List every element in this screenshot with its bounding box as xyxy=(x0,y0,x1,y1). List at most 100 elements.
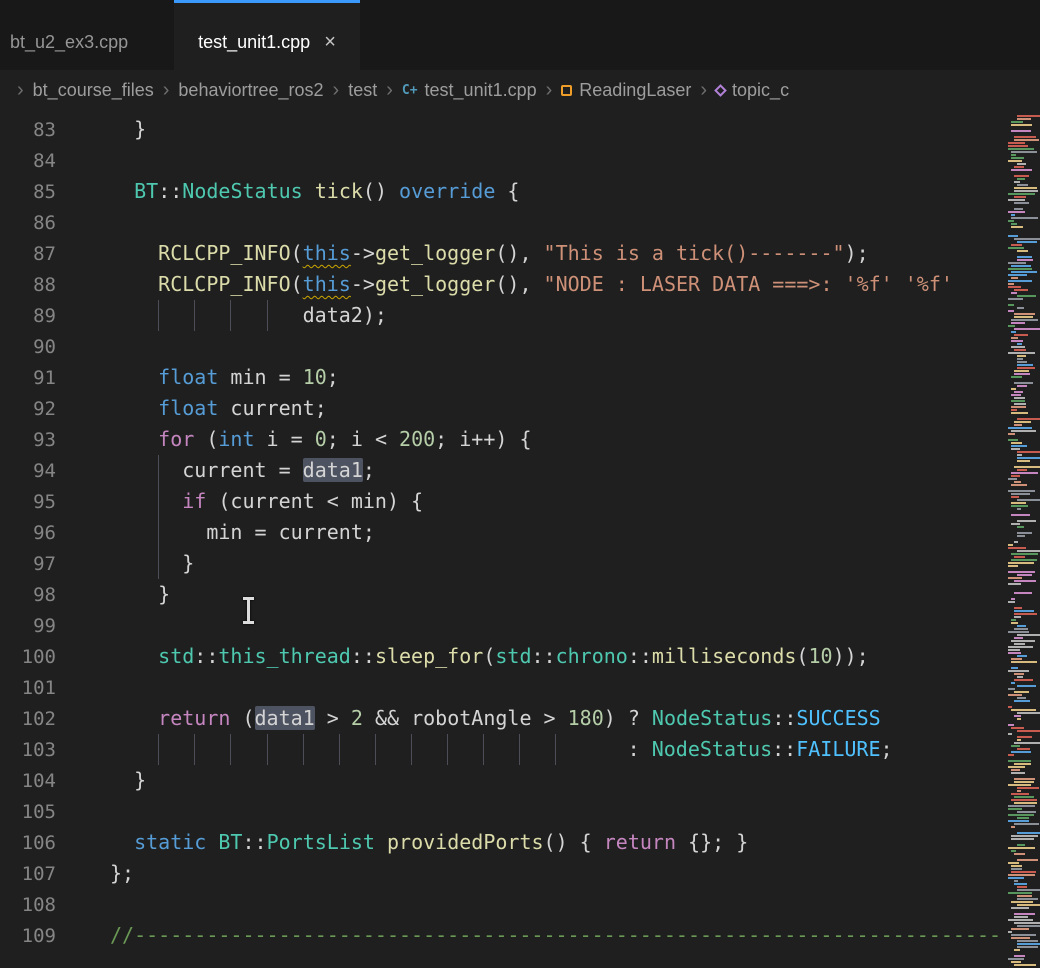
indent-guide xyxy=(230,734,266,765)
code-line[interactable]: 95 if (current < min) { xyxy=(0,486,1006,517)
minimap[interactable] xyxy=(1006,110,1040,968)
close-icon[interactable]: × xyxy=(324,32,336,52)
code-line[interactable]: 101 xyxy=(0,672,1006,703)
minimap-line xyxy=(1008,919,1033,921)
code-token xyxy=(110,241,158,265)
code-line[interactable]: 94 current = data1; xyxy=(0,455,1006,486)
code-token: :: xyxy=(531,644,555,668)
code-line[interactable]: 92 float current; xyxy=(0,393,1006,424)
indent-guide xyxy=(158,548,182,579)
code-token: this xyxy=(303,272,351,296)
code-line[interactable]: 83 } xyxy=(0,114,1006,145)
code-token xyxy=(110,489,158,513)
code-line[interactable]: 91 float min = 10; xyxy=(0,362,1006,393)
minimap-line xyxy=(1011,682,1015,684)
code-token xyxy=(110,644,158,668)
code-line[interactable]: 89 data2); xyxy=(0,300,1006,331)
code-token: BT xyxy=(218,830,242,854)
code-token xyxy=(303,179,315,203)
minimap-line xyxy=(1014,421,1031,423)
code-line[interactable]: 96 min = current; xyxy=(0,517,1006,548)
tab-bt_u2_ex3-cpp[interactable]: bt_u2_ex3.cpp xyxy=(0,0,152,70)
line-number: 106 xyxy=(0,828,56,859)
minimap-line xyxy=(1017,256,1032,258)
code-token: RCLCPP_INFO xyxy=(158,241,290,265)
minimap-line xyxy=(1008,652,1021,654)
code-line[interactable]: 108 xyxy=(0,889,1006,920)
code-line[interactable]: 84 xyxy=(0,145,1006,176)
minimap-line xyxy=(1011,448,1020,450)
code-token: )); xyxy=(833,644,869,668)
indent-guide xyxy=(194,300,230,331)
indent-guide xyxy=(158,455,182,486)
code-line[interactable]: 88 RCLCPP_INFO(this->get_logger(), "NODE… xyxy=(0,269,1006,300)
code-token: milliseconds xyxy=(652,644,797,668)
minimap-line xyxy=(1017,469,1027,471)
minimap-line xyxy=(1014,382,1033,384)
breadcrumb-item-readinglaser[interactable]: ReadingLaser xyxy=(561,80,691,101)
code-lines[interactable]: 83 }8485 BT::NodeStatus tick() override … xyxy=(0,110,1006,968)
code-line[interactable]: 99 xyxy=(0,610,1006,641)
minimap-line xyxy=(1008,754,1014,756)
minimap-line xyxy=(1017,259,1033,261)
minimap-line xyxy=(1011,124,1032,126)
minimap-line xyxy=(1011,826,1015,828)
minimap-line xyxy=(1017,163,1026,165)
tab-test_unit1-cpp[interactable]: test_unit1.cpp × xyxy=(174,0,360,70)
minimap-line xyxy=(1014,691,1029,693)
minimap-line xyxy=(1011,658,1022,660)
breadcrumb-item-bt-course-files[interactable]: bt_course_files xyxy=(33,80,154,101)
code-line[interactable]: 104 } xyxy=(0,765,1006,796)
code-token: SUCCESS xyxy=(796,706,880,730)
minimap-line xyxy=(1017,736,1032,738)
code-line[interactable]: 107}; xyxy=(0,858,1006,889)
indent-guide xyxy=(339,734,375,765)
breadcrumb-item-test[interactable]: test xyxy=(348,80,377,101)
code-line[interactable]: 109//-----------------------------------… xyxy=(0,920,1006,951)
code-line[interactable]: 86 xyxy=(0,207,1006,238)
breadcrumb-item-test-unit1-cpp[interactable]: C+test_unit1.cpp xyxy=(402,80,537,101)
code-token: :: xyxy=(351,644,375,668)
code-token: :: xyxy=(628,644,652,668)
code-line[interactable]: 97 } xyxy=(0,548,1006,579)
minimap-line xyxy=(1014,913,1035,915)
minimap-line xyxy=(1011,394,1021,396)
code-line[interactable]: 103 : NodeStatus::FAILURE; xyxy=(0,734,1006,765)
code-line[interactable]: 93 for (int i = 0; i < 200; i++) { xyxy=(0,424,1006,455)
indent-guide xyxy=(555,734,591,765)
line-number: 99 xyxy=(0,611,56,642)
code-token: min = current; xyxy=(182,520,375,544)
line-number: 83 xyxy=(0,115,56,146)
minimap-line xyxy=(1017,712,1040,714)
line-number: 102 xyxy=(0,704,56,735)
minimap-line xyxy=(1011,496,1019,498)
chevron-right-icon: › xyxy=(386,79,393,102)
minimap-line xyxy=(1014,190,1038,192)
minimap-line xyxy=(1011,331,1016,333)
minimap-line xyxy=(1011,223,1017,225)
code-line[interactable]: 87 RCLCPP_INFO(this->get_logger(), "This… xyxy=(0,238,1006,269)
minimap-line xyxy=(1017,526,1024,528)
code-token: return xyxy=(604,830,676,854)
minimap-line xyxy=(1017,550,1040,552)
code-line[interactable]: 85 BT::NodeStatus tick() override { xyxy=(0,176,1006,207)
breadcrumb-item-behaviortree-ros2[interactable]: behaviortree_ros2 xyxy=(178,80,323,101)
code-line[interactable]: 100 std::this_thread::sleep_for(std::chr… xyxy=(0,641,1006,672)
indent-guide xyxy=(519,734,555,765)
breadcrumb-item-topic-c[interactable]: topic_c xyxy=(716,80,789,101)
code-line[interactable]: 98 } xyxy=(0,579,1006,610)
code-line[interactable]: 105 xyxy=(0,796,1006,827)
minimap-line xyxy=(1011,409,1017,411)
minimap-line xyxy=(1011,514,1030,516)
code-line[interactable]: 106 static BT::PortsList providedPorts()… xyxy=(0,827,1006,858)
minimap-line xyxy=(1014,481,1021,483)
code-token: int xyxy=(218,427,254,451)
minimap-line xyxy=(1017,889,1040,891)
code-line[interactable]: 90 xyxy=(0,331,1006,362)
code-line[interactable]: 102 return (data1 > 2 && robotAngle > 18… xyxy=(0,703,1006,734)
line-number: 104 xyxy=(0,766,56,797)
minimap-line xyxy=(1014,742,1040,744)
minimap-line xyxy=(1008,877,1024,879)
symbol-class-icon xyxy=(561,85,572,96)
code-token: }; xyxy=(110,861,134,885)
